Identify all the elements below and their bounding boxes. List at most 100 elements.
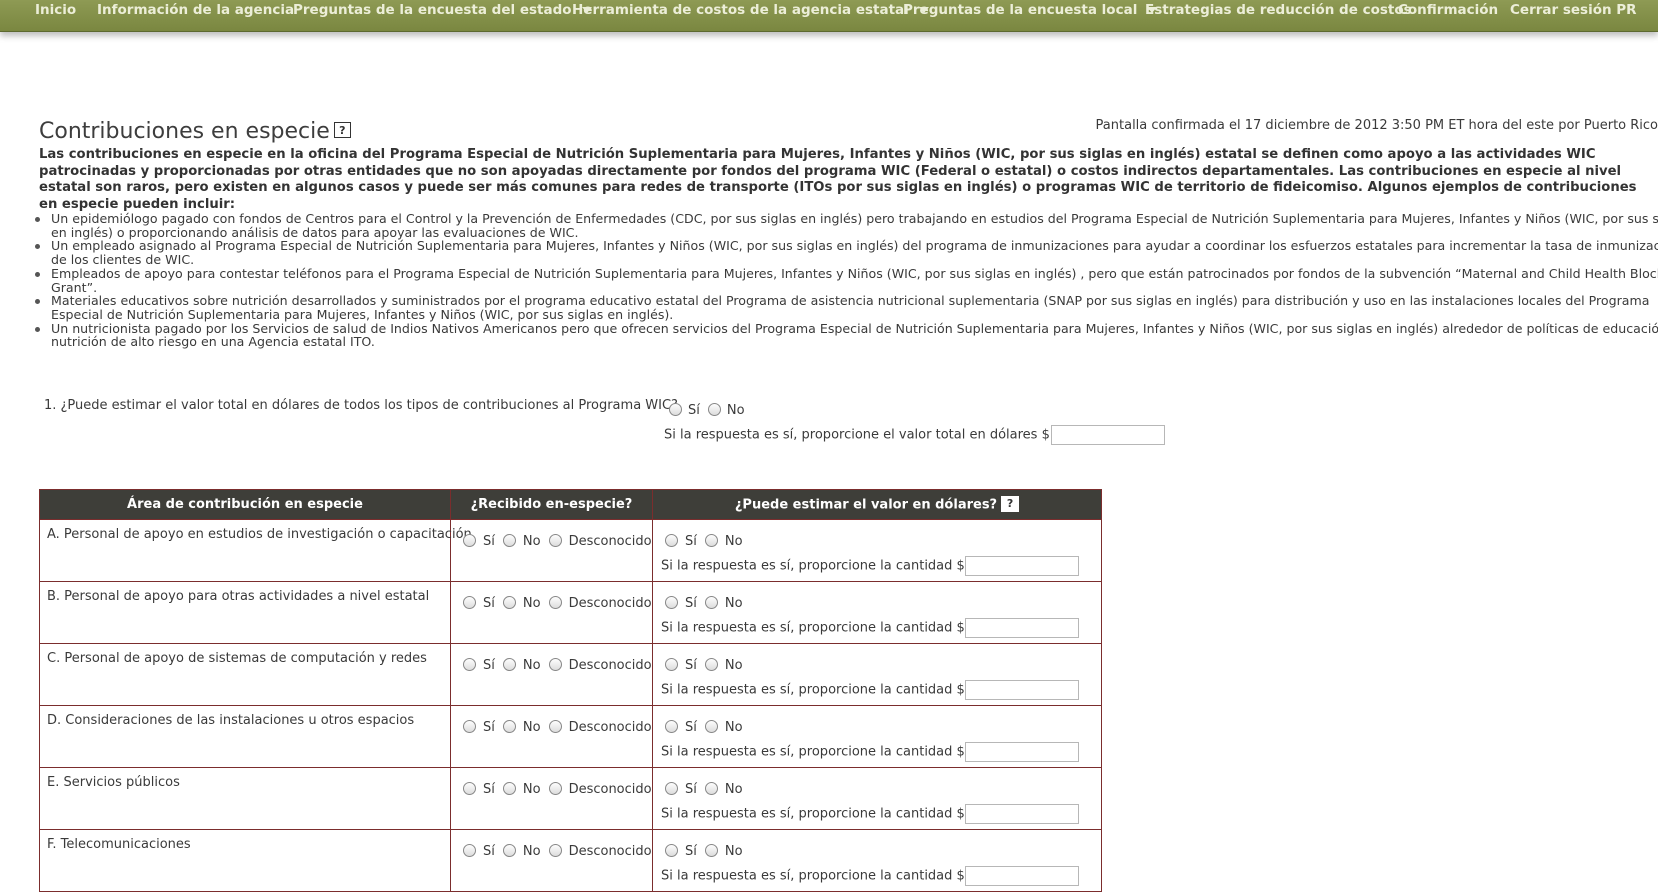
received-no-radio[interactable] (502, 596, 516, 609)
received-yes-radio[interactable] (463, 782, 476, 795)
estimate-followup-label: Si la respuesta es sí, proporcione la ca… (661, 868, 965, 884)
estimate-no-label: No (724, 534, 743, 549)
received-no-radio[interactable] (502, 782, 516, 795)
estimate-no-radio[interactable] (704, 658, 718, 671)
received-no-label: No (522, 844, 541, 859)
received-unknown-radio[interactable] (548, 534, 562, 547)
q1-no-radio[interactable] (707, 403, 721, 416)
nav-informacion-agencia[interactable]: Información de la agencia (97, 1, 294, 21)
received-unknown-radio[interactable] (548, 782, 562, 795)
nav-encuesta-local[interactable]: Preguntas de la encuesta local (903, 1, 1158, 21)
nav-inicio[interactable]: Inicio (35, 1, 76, 21)
received-yes-radio[interactable] (463, 720, 476, 733)
area-label: B. Personal de apoyo para otras activida… (47, 589, 430, 604)
received-cell: Sí No Desconocido (450, 643, 653, 706)
estimate-yes-radio[interactable] (665, 596, 678, 609)
area-cell: E. Servicios públicos (39, 767, 451, 830)
table-row: E. Servicios públicos Sí No Desconocido Sí No… (39, 767, 1102, 830)
question-1-text: 1. ¿Puede estimar el valor total en dóla… (44, 398, 678, 413)
nav-estrategias[interactable]: Estrategias de reducción de costos (1145, 1, 1412, 21)
area-label: C. Personal de apoyo de sistemas de comp… (47, 651, 427, 666)
received-unknown-radio[interactable] (548, 658, 562, 671)
estimate-yes-radio[interactable] (665, 534, 678, 547)
amount-input[interactable] (964, 804, 1079, 824)
estimate-followup-label: Si la respuesta es sí, proporcione la ca… (661, 744, 965, 760)
received-unknown-radio[interactable] (548, 596, 562, 609)
contributions-table: Área de contribución en especie ¿Recibid… (39, 489, 1102, 892)
amount-input[interactable] (964, 556, 1079, 576)
estimate-followup-label: Si la respuesta es sí, proporcione la ca… (661, 682, 965, 698)
received-yes-radio[interactable] (463, 844, 476, 857)
q1-total-value-input[interactable] (1050, 425, 1165, 445)
amount-input[interactable] (964, 866, 1079, 886)
page-title: Contribuciones en especie? (39, 119, 351, 144)
estimate-followup-label: Si la respuesta es sí, proporcione la ca… (661, 558, 965, 574)
estimate-cell: Sí No Si la respuesta es sí, proporcione l… (652, 767, 1102, 830)
area-label: A. Personal de apoyo en estudios de inve… (47, 527, 472, 542)
received-no-radio[interactable] (502, 844, 516, 857)
q1-yes-label: Sí (688, 403, 700, 418)
estimate-no-radio[interactable] (704, 720, 718, 733)
estimate-yes-label: Sí (685, 844, 697, 859)
help-icon[interactable]: ? (1001, 495, 1020, 512)
received-no-radio[interactable] (502, 534, 516, 547)
received-yes-radio[interactable] (463, 596, 476, 609)
estimate-yes-radio[interactable] (665, 720, 678, 733)
estimate-no-radio[interactable] (704, 844, 718, 857)
received-no-label: No (522, 534, 541, 549)
received-no-radio[interactable] (502, 658, 516, 671)
received-no-radio[interactable] (502, 720, 516, 733)
received-yes-label: Sí (483, 720, 495, 735)
nav-confirmacion[interactable]: Confirmación (1398, 1, 1498, 21)
estimate-yes-radio[interactable] (665, 658, 678, 671)
received-cell: Sí No Desconocido (450, 829, 653, 892)
table-header-row: Área de contribución en especie ¿Recibid… (39, 489, 1102, 520)
estimate-followup: Si la respuesta es sí, proporcione la ca… (661, 680, 1079, 700)
area-cell: F. Telecomunicaciones (39, 829, 451, 892)
area-cell: D. Consideraciones de las instalaciones … (39, 705, 451, 768)
nav-encuesta-estado-label: Preguntas de la encuesta del estado (293, 2, 572, 18)
estimate-yes-label: Sí (685, 596, 697, 611)
estimate-cell: Sí No Si la respuesta es sí, proporcione l… (652, 581, 1102, 644)
estimate-no-radio[interactable] (704, 534, 718, 547)
estimate-yes-radio[interactable] (665, 844, 678, 857)
received-cell: Sí No Desconocido (450, 581, 653, 644)
estimate-cell: Sí No Si la respuesta es sí, proporcione l… (652, 705, 1102, 768)
page-title-text: Contribuciones en especie (39, 119, 330, 144)
received-yes-label: Sí (483, 844, 495, 859)
estimate-no-radio[interactable] (704, 782, 718, 795)
area-label: D. Consideraciones de las instalaciones … (47, 713, 415, 728)
estimate-cell: Sí No Si la respuesta es sí, proporcione l… (652, 643, 1102, 706)
q1-no-label: No (726, 403, 745, 418)
estimate-yes-radio[interactable] (665, 782, 678, 795)
header-received: ¿Recibido en-especie? (450, 489, 653, 520)
estimate-followup-label: Si la respuesta es sí, proporcione la ca… (661, 620, 965, 636)
area-label: E. Servicios públicos (47, 775, 180, 790)
received-unknown-radio[interactable] (548, 844, 562, 857)
received-unknown-label: Desconocido (568, 658, 652, 673)
estimate-no-label: No (724, 720, 743, 735)
amount-input[interactable] (964, 742, 1079, 762)
amount-input[interactable] (964, 618, 1079, 638)
received-cell: Sí No Desconocido (450, 705, 653, 768)
received-cell: Sí No Desconocido (450, 519, 653, 582)
area-cell: C. Personal de apoyo de sistemas de comp… (39, 643, 451, 706)
list-item: Un nutricionista pagado por los Servicio… (35, 321, 1658, 349)
amount-input[interactable] (964, 680, 1079, 700)
received-yes-radio[interactable] (463, 658, 476, 671)
nav-herramienta-costos-label: Herramienta de costos de la agencia esta… (572, 2, 909, 18)
header-estimate-label: ¿Puede estimar el valor en dólares? (734, 497, 998, 512)
q1-yes-radio[interactable] (669, 403, 682, 416)
nav-encuesta-estado[interactable]: Preguntas de la encuesta del estado (293, 1, 592, 21)
nav-encuesta-local-label: Preguntas de la encuesta local (903, 2, 1138, 18)
help-icon[interactable]: ? (333, 122, 351, 138)
received-unknown-label: Desconocido (568, 720, 652, 735)
received-unknown-radio[interactable] (548, 720, 562, 733)
nav-herramienta-costos[interactable]: Herramienta de costos de la agencia esta… (572, 1, 929, 21)
received-yes-radio[interactable] (463, 534, 476, 547)
estimate-no-radio[interactable] (704, 596, 718, 609)
estimate-followup: Si la respuesta es sí, proporcione la ca… (661, 742, 1079, 762)
nav-cerrar-sesion[interactable]: Cerrar sesión PR (1510, 1, 1637, 21)
estimate-followup: Si la respuesta es sí, proporcione la ca… (661, 556, 1079, 576)
received-cell: Sí No Desconocido (450, 767, 653, 830)
